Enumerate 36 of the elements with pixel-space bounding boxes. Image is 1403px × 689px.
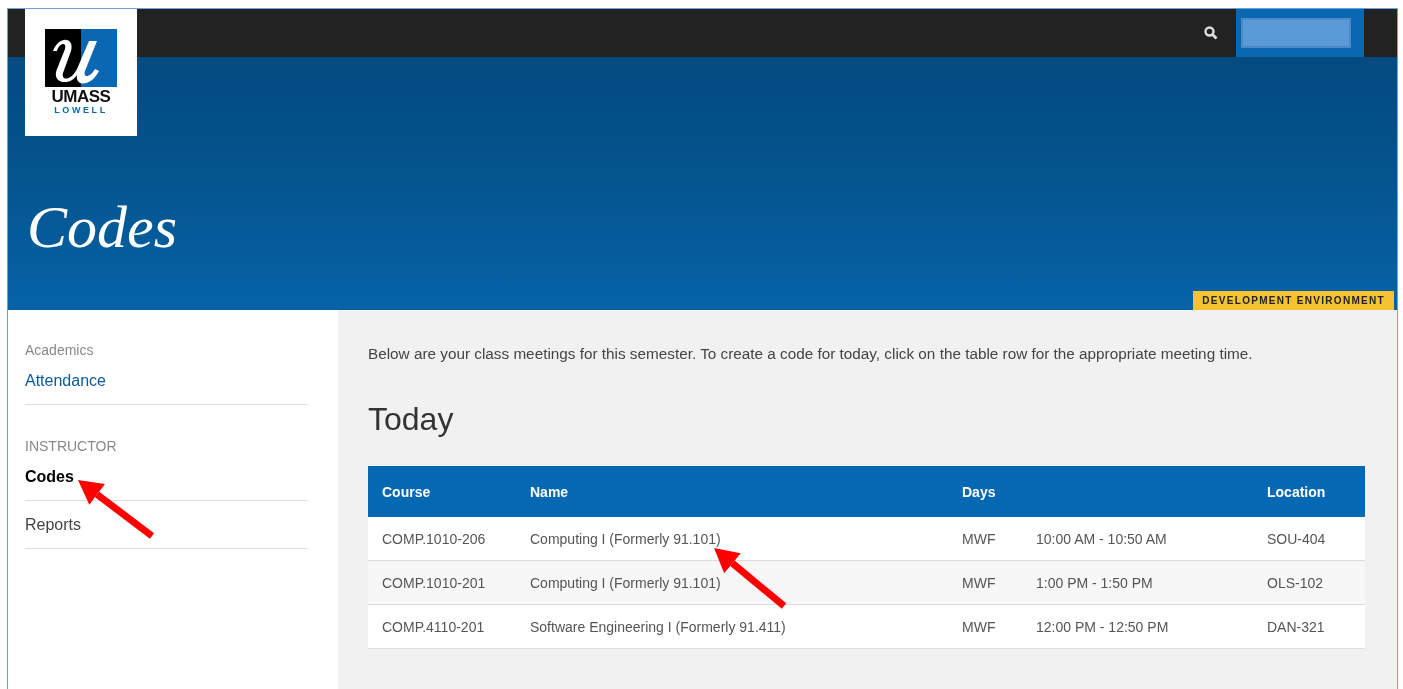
environment-badge: DEVELOPMENT ENVIRONMENT (1193, 291, 1394, 310)
sidebar-link[interactable]: Attendance (25, 358, 308, 405)
table-cell: MWF (962, 530, 996, 547)
table-cell: OLS-102 (1267, 574, 1324, 591)
page-title: Codes (27, 197, 177, 257)
logo[interactable]: UMASS LOWELL (25, 9, 137, 136)
table-cell: MWF (962, 574, 996, 591)
table-row[interactable]: COMP.1010-201 Computing I (Formerly 91.101) MWF 1:00 PM - 1:50 PM OLS-102 (368, 560, 1365, 605)
table-cell: Computing I (Formerly 91.101) (530, 574, 721, 591)
table-cell: 10:00 AM - 10:50 AM (1036, 530, 1167, 547)
search-field[interactable] (1241, 18, 1351, 48)
logo-icon (45, 29, 117, 87)
logo-text: UMASS (51, 89, 111, 105)
search-icon (1204, 26, 1218, 40)
table-cell: DAN-321 (1267, 618, 1325, 635)
table-cell: SOU-404 (1267, 530, 1326, 547)
table-cell: Computing I (Formerly 91.101) (530, 530, 721, 547)
column-header: Name (516, 466, 948, 517)
table-row[interactable]: COMP.1010-206 Computing I (Formerly 91.101) MWF 10:00 AM - 10:50 AM SOU-404 (368, 517, 1365, 561)
sidebar-link[interactable]: Reports (25, 501, 308, 549)
intro-text: Below are your class meetings for this semester. To create a code for today, click on the table row for the appropriate meeting time. (368, 345, 1254, 363)
table-row[interactable]: COMP.4110-201 Software Engineering I (Formerly 91.411) MWF 12:00 PM - 12:50 PM DAN-321 (368, 604, 1365, 649)
column-header: Days (948, 466, 1022, 517)
nav-section-heading: INSTRUCTOR (25, 438, 118, 454)
logo-subtext: LOWELL (54, 105, 108, 115)
table-cell: COMP.4110-201 (382, 618, 485, 635)
table-cell: COMP.1010-201 (382, 574, 486, 591)
table-cell: COMP.1010-206 (382, 530, 486, 547)
table-cell: 12:00 PM - 12:50 PM (1036, 618, 1169, 635)
column-header: Location (1253, 466, 1365, 517)
nav-section-heading: Academics (25, 342, 95, 358)
table-cell: MWF (962, 618, 996, 635)
table-cell: Software Engineering I (Formerly 91.411) (530, 618, 786, 635)
column-header: Course (368, 466, 516, 517)
section-heading: Today (368, 401, 455, 438)
table-cell: 1:00 PM - 1:50 PM (1036, 574, 1153, 591)
